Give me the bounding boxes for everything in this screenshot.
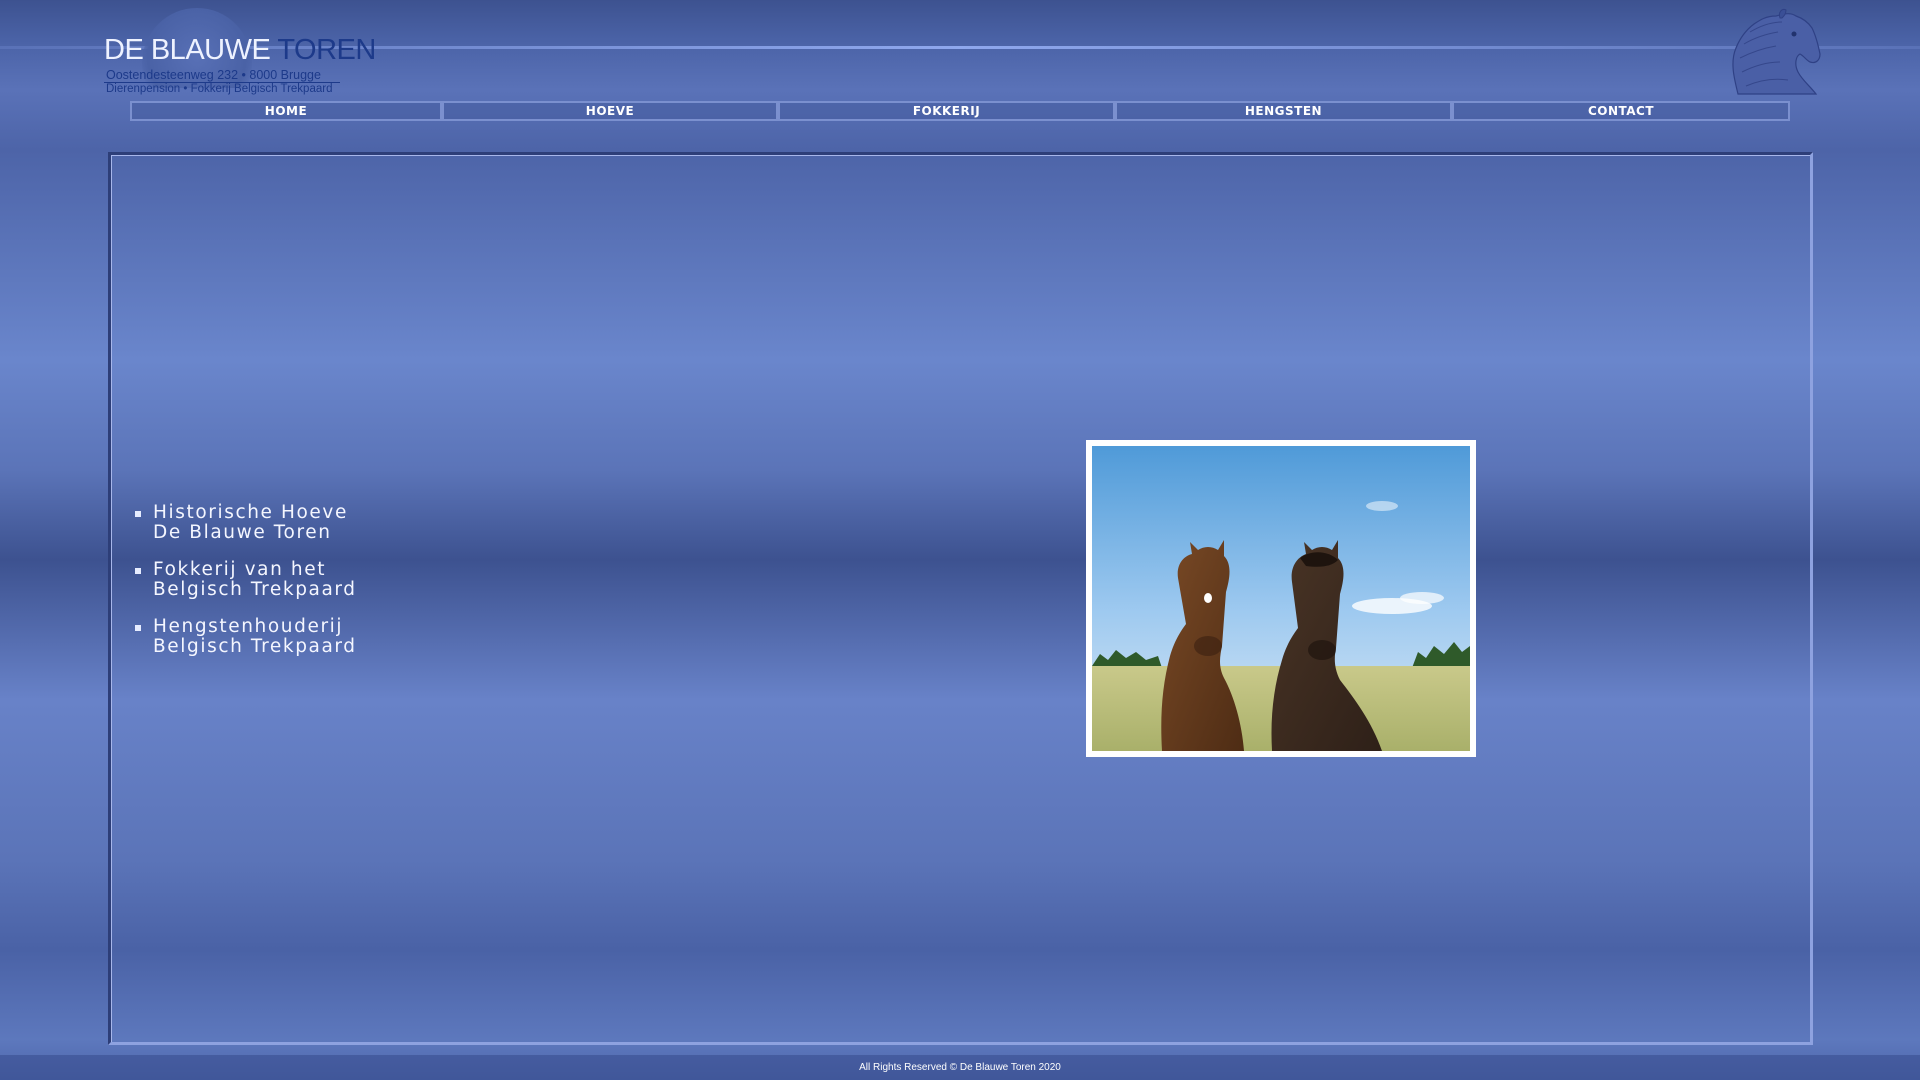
- footer-bar: All Rights Reserved © De Blauwe Toren 20…: [0, 1055, 1920, 1080]
- intro-item-line2: De Blauwe Toren: [153, 522, 332, 543]
- bullet-icon: [135, 625, 141, 631]
- nav-fokkerij[interactable]: FOKKERIJ: [778, 101, 1115, 121]
- intro-item-line1: Fokkerij van het: [153, 559, 327, 580]
- intro-list: Historische Hoeve De Blauwe Toren Fokker…: [135, 503, 357, 674]
- horses-photo-frame: [1086, 440, 1476, 757]
- nav-contact[interactable]: CONTACT: [1452, 101, 1790, 121]
- logo-brand-name: DE BLAUWE TOREN: [104, 36, 376, 65]
- nav-home[interactable]: HOME: [130, 101, 442, 121]
- intro-item-line2: Belgisch Trekpaard: [153, 579, 357, 600]
- intro-list-item: Historische Hoeve De Blauwe Toren: [135, 503, 357, 543]
- site-logo[interactable]: DE BLAUWE TOREN Oostendesteenweg 232 • 8…: [104, 6, 376, 95]
- intro-item-line1: Historische Hoeve: [153, 502, 348, 523]
- two-horses-photo: [1092, 446, 1470, 751]
- nav-hoeve[interactable]: HOEVE: [442, 101, 778, 121]
- logo-tagline: Dierenpension • Fokkerij Belgisch Trekpa…: [106, 83, 333, 95]
- bullet-icon: [135, 568, 141, 574]
- intro-item-line2: Belgisch Trekpaard: [153, 636, 357, 657]
- nav-hengsten[interactable]: HENGSTEN: [1115, 101, 1452, 121]
- footer-copyright: All Rights Reserved © De Blauwe Toren 20…: [859, 1062, 1061, 1073]
- logo-brand-part1: DE BLAUWE: [104, 34, 278, 66]
- intro-list-item: Fokkerij van het Belgisch Trekpaard: [135, 560, 357, 600]
- content-frame: [108, 152, 1813, 1045]
- main-navigation: HOME HOEVE FOKKERIJ HENGSTEN CONTACT: [130, 101, 1790, 123]
- intro-list-item: Hengstenhouderij Belgisch Trekpaard: [135, 617, 357, 657]
- bullet-icon: [135, 511, 141, 517]
- logo-address: Oostendesteenweg 232 • 8000 Brugge: [106, 68, 321, 82]
- logo-brand-part2: TOREN: [277, 34, 376, 66]
- horse-head-icon: [1720, 8, 1822, 96]
- intro-item-line1: Hengstenhouderij: [153, 616, 344, 637]
